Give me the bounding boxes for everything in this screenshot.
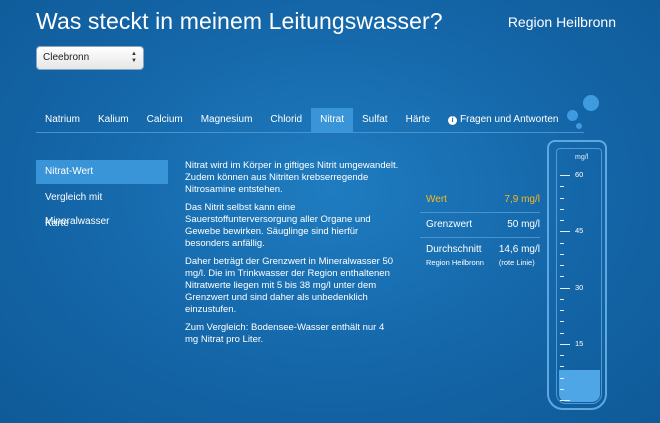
tab-magnesium[interactable]: Magnesium (192, 108, 262, 132)
wert-value: 7,9 mg/l (504, 194, 540, 205)
tab-kalium[interactable]: Kalium (89, 108, 138, 132)
bubble-small (576, 123, 582, 129)
gauge-tick (560, 276, 564, 278)
gauge-tick (560, 265, 564, 266)
gauge-tick-label: 30 (575, 282, 584, 292)
gauge-tick (560, 321, 564, 323)
gauge-tick (560, 377, 564, 379)
gauge-tick (560, 343, 570, 345)
gauge-tick (560, 208, 564, 210)
gauge-tick (560, 366, 564, 368)
paragraph: Das Nitrit selbst kann eine Sauerstoffun… (185, 202, 371, 249)
tab-calcium[interactable]: Calcium (138, 108, 192, 132)
gauge-tick-label: 45 (575, 226, 584, 236)
tab-natrium[interactable]: Natrium (36, 108, 89, 132)
info-text: Nitrat wird im Körper in giftiges Nitrit… (185, 160, 400, 352)
gauge-tick (560, 332, 564, 334)
sidebar-item-vergleich[interactable]: Vergleich mit Mineralwasser (36, 186, 168, 227)
location-select-value: Cleebronn (43, 52, 90, 63)
gauge-tick (560, 197, 564, 199)
tab-nitrat[interactable]: Nitrat (311, 108, 354, 132)
info-icon: i (448, 116, 458, 125)
gauge-tick (560, 186, 564, 188)
gauge-tick-label: 60 (575, 170, 584, 179)
tab-chlorid[interactable]: Chlorid (261, 108, 311, 132)
gauge-tick (560, 287, 570, 289)
grenzwert-value: 50 mg/l (507, 219, 540, 230)
tab-faq[interactable]: i Fragen und Antworten (439, 108, 567, 132)
location-select[interactable]: Cleebronn ▲ ▼ (36, 46, 144, 70)
gauge-fill (559, 370, 600, 402)
gauge-tick (560, 355, 564, 356)
durchschnitt-value: 14,6 mg/l (498, 244, 540, 255)
gauge-tick (560, 310, 564, 311)
gauge-tick (560, 400, 570, 401)
gauge-tick (560, 298, 564, 300)
paragraph: Zum Vergleich: Bodensee-Wasser enthält n… (185, 322, 385, 345)
bubble-medium (567, 110, 578, 121)
sidebar: Nitrat-Wert Vergleich mit Mineralwasser … (36, 160, 168, 238)
durchschnitt-sub-label: Region Heilbronn (426, 258, 484, 267)
wert-row: Wert 7,9 mg/l (420, 188, 540, 213)
tab-sulfat[interactable]: Sulfat (353, 108, 397, 132)
grenzwert-label: Grenzwert (426, 219, 473, 230)
gauge-tick (560, 175, 570, 176)
tabs-divider (36, 132, 584, 133)
gauge-tick (560, 231, 570, 233)
durchschnitt-sub-value: (rote Linie) (498, 258, 535, 267)
tab-haerte[interactable]: Härte (397, 108, 439, 132)
sidebar-item-nitrat-wert[interactable]: Nitrat-Wert (36, 160, 168, 184)
bubble-large (583, 95, 599, 111)
chevron-updown-icon: ▲ ▼ (131, 51, 137, 64)
durchschnitt-label: Durchschnitt (426, 244, 482, 255)
page-title: Was steckt in meinem Leitungswasser? (36, 8, 443, 34)
gauge-unit: mg/l (575, 154, 589, 161)
nutrient-tabs: Natrium Kalium Calcium Magnesium Chlorid… (36, 108, 567, 132)
tab-faq-label: Fragen und Antworten (460, 114, 559, 125)
gauge-tick (560, 388, 564, 390)
grenzwert-row: Grenzwert 50 mg/l (420, 213, 540, 238)
durchschnitt-label-group: Durchschnitt Region Heilbronn (426, 244, 484, 267)
gauge-tick (560, 242, 564, 244)
wert-label: Wert (426, 194, 447, 205)
paragraph: Daher beträgt der Grenzwert in Mineralwa… (185, 256, 394, 315)
gauge-tick (560, 253, 564, 255)
durchschnitt-row: Durchschnitt Region Heilbronn 14,6 mg/l … (420, 238, 540, 274)
gauge-tick (560, 220, 564, 221)
paragraph: Nitrat wird im Körper in giftiges Nitrit… (185, 160, 399, 195)
gauge-tick-label: 15 (575, 338, 584, 348)
durchschnitt-value-group: 14,6 mg/l (rote Linie) (499, 244, 540, 267)
values-panel: Wert 7,9 mg/l Grenzwert 50 mg/l Durchsch… (420, 188, 540, 274)
region-label: Region Heilbronn (507, 14, 616, 30)
